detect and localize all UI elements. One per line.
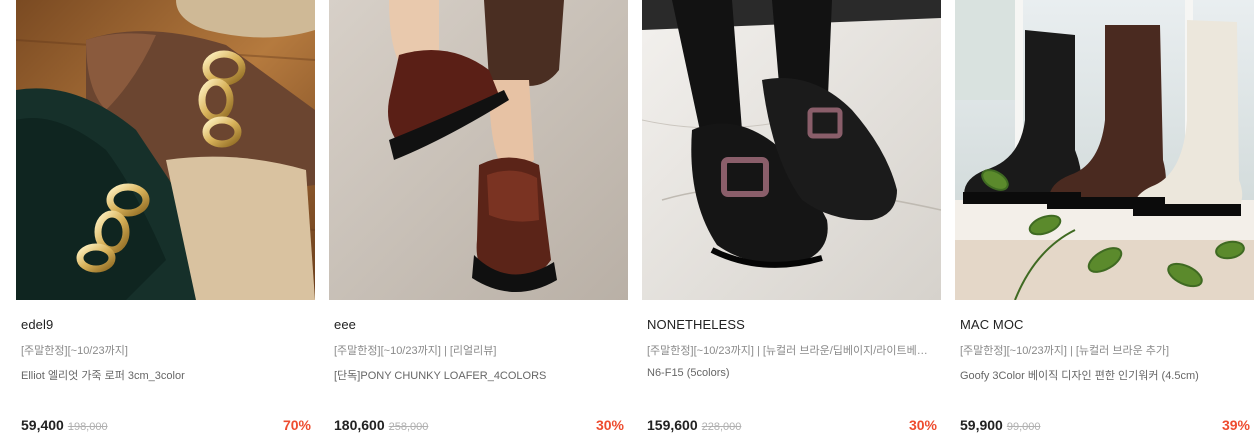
product-name[interactable]: [단독]PONY CHUNKY LOAFER_4COLORS xyxy=(334,367,624,383)
price: 59,400 198,000 xyxy=(21,417,108,433)
discount-rate: 39% xyxy=(1221,417,1250,433)
brand-name[interactable]: edel9 xyxy=(21,317,53,332)
product-image[interactable] xyxy=(955,0,1254,300)
sale-price: 59,400 xyxy=(21,417,64,433)
original-price: 228,000 xyxy=(701,421,742,433)
product-name[interactable]: N6-F15 (5colors) xyxy=(647,367,937,379)
promo-tags: [주말한정][~10/23까지] xyxy=(21,345,128,357)
price: 180,600 258,000 xyxy=(334,417,428,433)
product-image[interactable] xyxy=(16,0,315,300)
promo-tags: [주말한정][~10/23까지] | [리얼리뷰] xyxy=(334,345,497,357)
brand-name[interactable]: eee xyxy=(334,317,356,332)
original-price: 99,000 xyxy=(1006,421,1041,433)
promo-tags: [주말한정][~10/23까지] | [뉴컬러 브라운/딥베이지/라이트베이지 … xyxy=(647,345,937,357)
original-price: 258,000 xyxy=(388,421,429,433)
product-name[interactable]: Elliot 엘리엇 가죽 로퍼 3cm_3color xyxy=(21,367,311,383)
sale-price: 159,600 xyxy=(647,417,698,433)
product-card[interactable]: eee [주말한정][~10/23까지] | [리얼리뷰] [단독]PONY C… xyxy=(329,0,628,436)
product-grid: edel9 [주말한정][~10/23까지] Elliot 엘리엇 가죽 로퍼 … xyxy=(16,0,1254,436)
product-name[interactable]: Goofy 3Color 베이직 디자인 편한 인기워커 (4.5cm) xyxy=(960,367,1250,383)
discount-rate: 30% xyxy=(908,417,937,433)
product-card[interactable]: MAC MOC [주말한정][~10/23까지] | [뉴컬러 브라운 추가] … xyxy=(955,0,1254,436)
discount-rate: 30% xyxy=(595,417,624,433)
brand-name[interactable]: NONETHELESS xyxy=(647,317,745,332)
sale-price: 59,900 xyxy=(960,417,1003,433)
original-price: 198,000 xyxy=(67,421,108,433)
product-card[interactable]: NONETHELESS [주말한정][~10/23까지] | [뉴컬러 브라운/… xyxy=(642,0,941,436)
product-image[interactable] xyxy=(642,0,941,300)
price: 159,600 228,000 xyxy=(647,417,741,433)
sale-price: 180,600 xyxy=(334,417,385,433)
discount-rate: 70% xyxy=(282,417,311,433)
promo-tags: [주말한정][~10/23까지] | [뉴컬러 브라운 추가] xyxy=(960,345,1170,357)
brand-name[interactable]: MAC MOC xyxy=(960,317,1024,332)
price: 59,900 99,000 xyxy=(960,417,1040,433)
product-image[interactable] xyxy=(329,0,628,300)
product-card[interactable]: edel9 [주말한정][~10/23까지] Elliot 엘리엇 가죽 로퍼 … xyxy=(16,0,315,436)
